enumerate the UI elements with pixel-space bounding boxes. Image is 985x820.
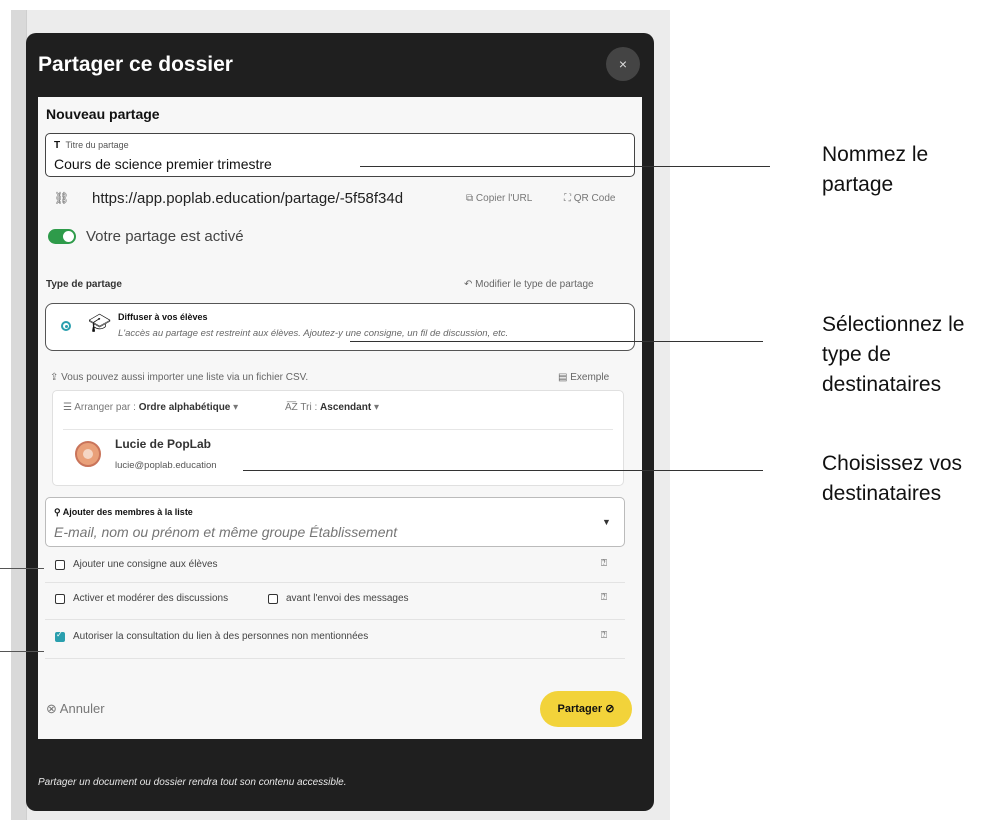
dialog-title: Partager ce dossier bbox=[38, 53, 233, 76]
share-button[interactable]: Partager ⊘ bbox=[540, 691, 632, 727]
sort-value: Ascendant bbox=[320, 402, 372, 413]
copy-url-label: Copier l'URL bbox=[475, 193, 533, 204]
share-dialog: Partager ce dossier × Nouveau partage T … bbox=[26, 33, 654, 811]
qr-code-icon: ⛶ bbox=[564, 193, 574, 204]
chevron-down-icon: ▾ bbox=[373, 402, 379, 413]
share-active-toggle[interactable] bbox=[48, 229, 76, 244]
cancel-label: Annuler bbox=[59, 701, 105, 716]
callout-name: Nommez le partage bbox=[822, 143, 929, 196]
share-type-option[interactable]: 🎓︎ Diffuser à vos élèves L'accès au part… bbox=[45, 303, 635, 351]
authorize-checkbox[interactable] bbox=[55, 630, 65, 642]
help-icon[interactable]: ⍰ bbox=[601, 630, 607, 641]
help-icon[interactable]: ⍰ bbox=[601, 592, 607, 603]
callout-line-type bbox=[350, 341, 763, 342]
upload-icon: ⇪ bbox=[50, 372, 62, 383]
member-email: lucie@poplab.education bbox=[115, 460, 217, 471]
modify-share-type-button[interactable]: ↶ Modifier le type de partage bbox=[464, 279, 594, 290]
share-label: Partager bbox=[557, 703, 603, 715]
divider bbox=[63, 429, 613, 430]
link-icon: ⛓ bbox=[54, 191, 70, 205]
text-icon: T bbox=[54, 140, 61, 151]
csv-import-text: Vous pouvez aussi importer une liste via… bbox=[61, 372, 309, 383]
csv-import-row: ⇪ Vous pouvez aussi importer une liste v… bbox=[50, 370, 630, 388]
divider bbox=[45, 582, 625, 583]
qr-code-label: QR Code bbox=[573, 193, 616, 204]
share-url[interactable]: https://app.poplab.education/partage/-5f… bbox=[92, 190, 403, 207]
callout-line-left-1 bbox=[0, 568, 44, 569]
chevron-down-icon: ▾ bbox=[233, 402, 239, 413]
add-members-input[interactable] bbox=[54, 524, 574, 540]
search-icon: ⚲ bbox=[54, 507, 63, 517]
callout-recipients: Choisissez vos destinataires bbox=[822, 452, 963, 505]
qr-code-button[interactable]: ⛶ QR Code bbox=[564, 193, 615, 204]
divider bbox=[45, 658, 625, 659]
modify-share-type-label: Modifier le type de partage bbox=[475, 279, 594, 290]
instruction-option: Ajouter une consigne aux élèves ⍰ bbox=[45, 551, 625, 581]
example-link[interactable]: ▤ Exemple bbox=[558, 372, 609, 383]
panel-heading: Nouveau partage bbox=[46, 106, 160, 122]
check-circle-icon: ⊘ bbox=[605, 703, 615, 715]
share-type-radio[interactable] bbox=[61, 321, 71, 331]
sort-label: Tri : bbox=[300, 402, 318, 413]
undo-icon: ↶ bbox=[464, 279, 476, 290]
help-icon[interactable]: ⍰ bbox=[601, 558, 607, 569]
cancel-button[interactable]: ⊗ Annuler bbox=[46, 701, 105, 717]
copy-url-button[interactable]: ⧉ Copier l'URL bbox=[466, 193, 532, 204]
example-label: Exemple bbox=[570, 372, 610, 383]
document-icon: ▤ bbox=[558, 372, 571, 383]
discussions-label: Activer et modérer des discussions bbox=[73, 593, 229, 604]
copy-icon: ⧉ bbox=[466, 193, 476, 204]
discussions-checkbox[interactable] bbox=[55, 594, 65, 604]
chevron-down-icon[interactable]: ▼ bbox=[602, 517, 611, 527]
share-title-label: Titre du partage bbox=[65, 140, 129, 150]
share-type-label: Type de partage bbox=[46, 279, 122, 290]
callout-line-name bbox=[360, 166, 770, 167]
moderate-before-send-label: avant l'envoi des messages bbox=[286, 593, 409, 604]
member-name: Lucie de PopLab bbox=[115, 437, 212, 451]
csv-import-link[interactable]: ⇪ Vous pouvez aussi importer une liste v… bbox=[50, 372, 308, 383]
sort-az-icon: A͞Z bbox=[285, 402, 301, 413]
callout-line-left-2 bbox=[0, 651, 44, 652]
members-list-card: ☰ Arranger par : Ordre alphabétique ▾ A͞… bbox=[52, 390, 624, 486]
graduation-cap-icon: 🎓︎ bbox=[88, 313, 111, 333]
avatar bbox=[75, 441, 101, 467]
divider bbox=[45, 619, 625, 620]
share-title-field[interactable]: T Titre du partage Cours de science prem… bbox=[45, 133, 635, 177]
sort-select[interactable]: A͞Z Tri : Ascendant ▾ bbox=[285, 402, 379, 413]
footer-note: Partager un document ou dossier rendra t… bbox=[38, 777, 347, 788]
close-icon[interactable]: × bbox=[606, 47, 640, 81]
moderate-before-send-checkbox[interactable] bbox=[268, 594, 278, 604]
authorize-option: Autoriser la consultation du lien à des … bbox=[45, 623, 625, 653]
share-type-description: L'accès au partage est restreint aux élè… bbox=[118, 328, 509, 339]
authorize-label: Autoriser la consultation du lien à des … bbox=[73, 631, 369, 642]
add-members-field[interactable]: ⚲ Ajouter des membres à la liste ▼ bbox=[45, 497, 625, 547]
add-members-label: Ajouter des membres à la liste bbox=[62, 507, 193, 517]
arrange-by-select[interactable]: ☰ Arranger par : Ordre alphabétique ▾ bbox=[63, 402, 238, 413]
share-type-title: Diffuser à vos élèves bbox=[118, 312, 208, 322]
instruction-label: Ajouter une consigne aux élèves bbox=[73, 559, 218, 570]
new-share-panel: Nouveau partage T Titre du partage Cours… bbox=[38, 97, 642, 739]
cancel-icon: ⊗ bbox=[46, 701, 60, 716]
share-title-value[interactable]: Cours de science premier trimestre bbox=[54, 156, 272, 172]
discussions-option: Activer et modérer des discussions avant… bbox=[45, 585, 625, 615]
instruction-checkbox[interactable] bbox=[55, 560, 65, 570]
share-url-row: ⛓ https://app.poplab.education/partage/-… bbox=[46, 185, 636, 215]
sort-lines-icon: ☰ bbox=[63, 402, 75, 413]
callout-type: Sélectionnez le type de destinataires bbox=[822, 313, 965, 396]
arrange-by-label: Arranger par : bbox=[74, 402, 136, 413]
arrange-by-value: Ordre alphabétique bbox=[138, 402, 231, 413]
callout-line-recipients bbox=[243, 470, 763, 471]
share-active-label: Votre partage est activé bbox=[86, 228, 244, 245]
